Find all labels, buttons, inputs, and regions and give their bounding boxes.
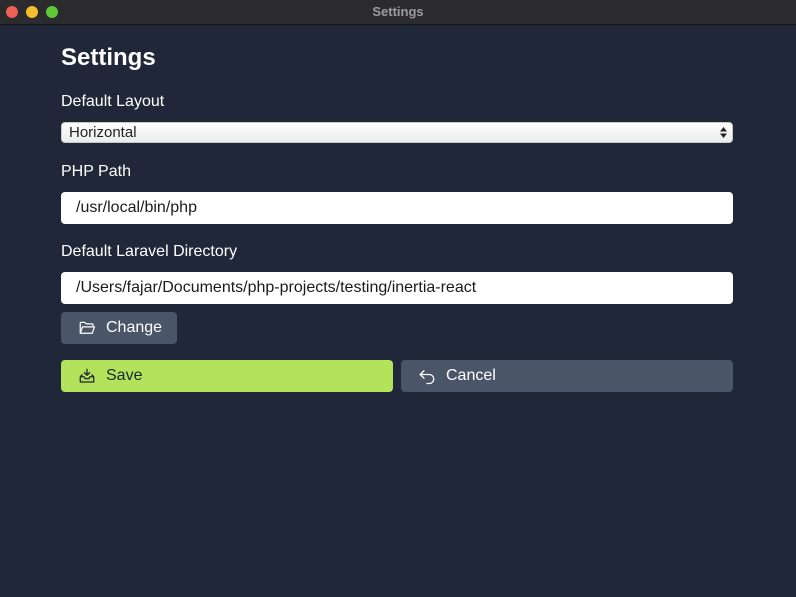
title-bar[interactable]: Settings <box>0 0 796 25</box>
folder-open-icon <box>79 321 96 334</box>
default-layout-label: Default Layout <box>61 93 165 110</box>
save-button[interactable]: Save <box>61 360 393 392</box>
page-title: Settings <box>61 44 156 71</box>
default-layout-select[interactable]: Horizontal <box>61 122 733 143</box>
laravel-directory-input[interactable] <box>61 272 733 304</box>
change-directory-button[interactable]: Change <box>61 312 177 344</box>
save-button-label: Save <box>106 367 143 384</box>
laravel-directory-label: Default Laravel Directory <box>61 243 238 260</box>
inbox-download-icon <box>79 368 95 383</box>
window-title: Settings <box>372 4 424 19</box>
cancel-button[interactable]: Cancel <box>401 360 733 392</box>
settings-window: Settings Settings Default Layout Horizon… <box>0 0 796 597</box>
undo-arrow-icon <box>419 370 435 385</box>
cancel-button-label: Cancel <box>446 367 496 384</box>
change-button-label: Change <box>106 319 163 336</box>
php-path-input[interactable] <box>61 192 733 224</box>
default-layout-selected-value: Horizontal <box>69 124 137 141</box>
php-path-label: PHP Path <box>61 163 131 180</box>
select-arrows-icon <box>720 127 727 138</box>
